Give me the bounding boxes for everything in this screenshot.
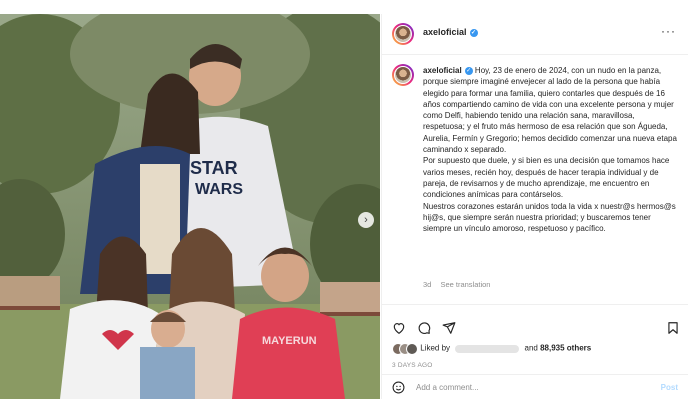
more-options-icon[interactable]: ··· xyxy=(661,24,676,38)
caption-section: axeloficial ✓ Hoy, 23 de enero de 2024, c… xyxy=(382,62,688,302)
comment-icon[interactable] xyxy=(417,321,431,335)
next-photo-button[interactable]: › xyxy=(358,212,374,228)
post-header: axeloficial ✓ ··· xyxy=(382,14,688,55)
caption-paragraph-3: Nuestros corazones estarán unidos toda l… xyxy=(423,201,676,234)
share-send-icon[interactable] xyxy=(442,321,456,335)
post-details-panel: axeloficial ✓ ··· axeloficial ✓ Hoy, 23 de… xyxy=(381,14,688,399)
family-photo-illustration: STAR WARS MAYERUN xyxy=(0,14,380,399)
post-timestamp: 3 days ago xyxy=(392,362,433,369)
caption-text: axeloficial ✓ Hoy, 23 de enero de 2024, c… xyxy=(423,65,678,234)
svg-text:STAR: STAR xyxy=(190,158,238,178)
verified-badge-icon: ✓ xyxy=(464,67,473,75)
instagram-post-window: STAR WARS MAYERUN › axeloficial ✓ ··· ax… xyxy=(0,0,688,413)
save-bookmark-icon[interactable] xyxy=(666,321,680,335)
caption-avatar[interactable] xyxy=(392,64,414,86)
liker-avatars xyxy=(392,343,418,355)
see-translation-link[interactable]: See translation xyxy=(440,280,490,289)
blurred-username xyxy=(455,344,520,353)
caption-paragraph-1: Hoy, 23 de enero de 2024, con un nudo en… xyxy=(423,66,677,155)
post-photo[interactable]: STAR WARS MAYERUN › xyxy=(0,14,380,399)
liked-by-and: and xyxy=(524,343,538,353)
caption-time: 3d xyxy=(423,280,432,289)
verified-badge-icon: ✓ xyxy=(469,29,478,37)
likes-count[interactable]: 88,935 others xyxy=(540,344,591,353)
header-username[interactable]: axeloficial ✓ xyxy=(423,27,478,37)
caption-paragraph-2: Por supuesto que duele, y si bien es una… xyxy=(423,156,670,200)
caption-meta: 3d See translation xyxy=(423,280,497,289)
svg-text:WARS: WARS xyxy=(195,181,243,198)
like-heart-icon[interactable] xyxy=(392,321,406,335)
likes-summary[interactable]: Liked by and 88,935 others xyxy=(392,343,591,355)
post-comment-button[interactable]: Post xyxy=(661,383,678,392)
avatar[interactable] xyxy=(392,23,414,45)
liked-by-prefix: Liked by xyxy=(420,343,451,353)
comment-input[interactable]: Add a comment... xyxy=(416,383,479,392)
caption-username[interactable]: axeloficial xyxy=(423,66,462,75)
emoji-smiley-icon[interactable] xyxy=(392,381,405,394)
svg-text:MAYERUN: MAYERUN xyxy=(262,335,317,347)
comment-bar: Add a comment... Post xyxy=(382,374,688,400)
